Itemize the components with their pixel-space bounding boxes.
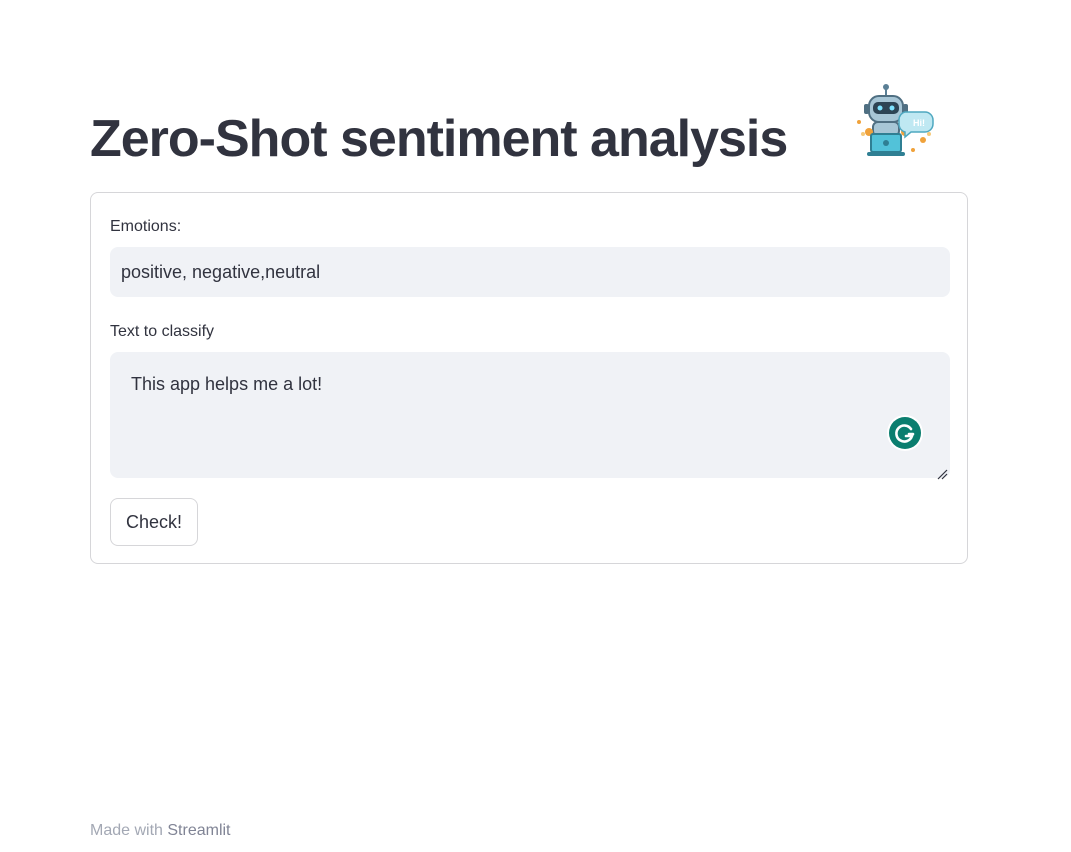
footer-prefix: Made with bbox=[90, 822, 163, 839]
resize-handle-icon[interactable] bbox=[936, 464, 948, 480]
streamlit-app: Zero-Shot sentiment analysis Hi! Emotion… bbox=[0, 0, 1071, 852]
footer: Made with Streamlit bbox=[90, 822, 231, 840]
emotions-label: Emotions: bbox=[110, 218, 182, 235]
emotions-input[interactable]: positive, negative,neutral bbox=[110, 247, 950, 297]
page-title: Zero-Shot sentiment analysis bbox=[90, 110, 788, 168]
textarea-value: This app helps me a lot! bbox=[131, 374, 323, 394]
text-to-classify-label: Text to classify bbox=[110, 323, 215, 340]
text-to-classify-textarea[interactable]: This app helps me a lot! bbox=[110, 352, 950, 480]
streamlit-link[interactable]: Streamlit bbox=[167, 822, 230, 839]
classification-form: Emotions: positive, negative,neutral Tex… bbox=[90, 192, 968, 564]
robot-hi-icon: Hi! bbox=[849, 82, 935, 168]
check-button[interactable]: Check! bbox=[110, 498, 199, 546]
grammarly-icon[interactable] bbox=[887, 415, 923, 451]
svg-text:Hi!: Hi! bbox=[913, 118, 925, 128]
